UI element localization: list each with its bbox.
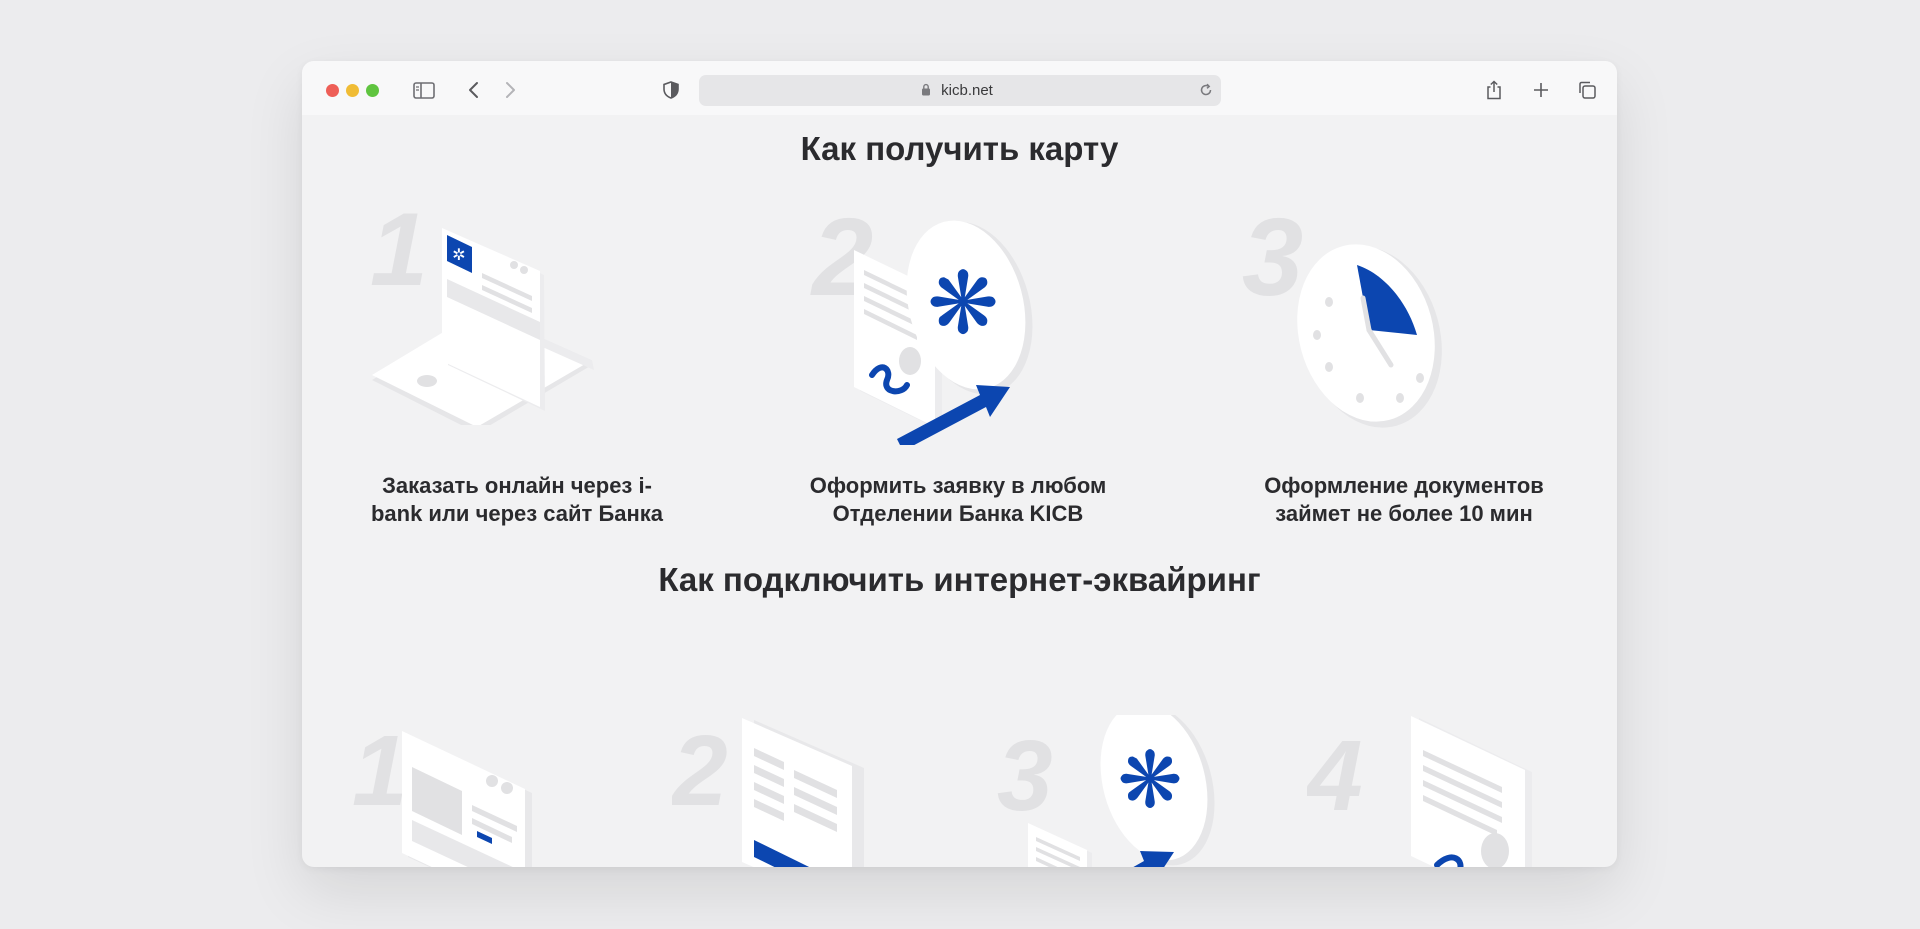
card-step-1-caption: Заказать онлайн через i- bank или через … [347, 472, 687, 528]
card-step-3-caption-line1: Оформление документов [1264, 473, 1544, 498]
acquiring-section-title: Как подключить интернет-эквайринг [658, 561, 1261, 598]
browser-window: kicb.net Как получить карту 1 ✲ 2 ❋ 3 За… [302, 61, 1617, 867]
forward-arrow-icon[interactable] [498, 78, 522, 102]
acquiring-step-2-illustration: 2 [672, 715, 864, 867]
reload-icon[interactable] [1197, 81, 1215, 104]
step-number-3: 3 [1242, 196, 1303, 319]
card-section-title: Как получить карту [800, 130, 1119, 167]
acquiring-step-3-illustration: 3 ❋ [997, 715, 1215, 867]
close-window-button[interactable] [326, 84, 339, 97]
minimize-window-button[interactable] [346, 84, 359, 97]
card-step-3-caption-line2: займет не более 10 мин [1275, 501, 1533, 526]
acquiring-step-1-illustration: 1 [352, 715, 532, 867]
acquiring-step-number-2: 2 [672, 715, 728, 827]
clock-illustration: 3 [1242, 196, 1442, 428]
back-arrow-icon[interactable] [462, 78, 486, 102]
acquiring-step-4-illustration: 4 [1307, 716, 1532, 867]
zoom-window-button[interactable] [366, 84, 379, 97]
svg-text:✲: ✲ [452, 245, 465, 264]
share-icon[interactable] [1482, 78, 1506, 102]
new-tab-plus-icon[interactable] [1529, 78, 1553, 102]
acquiring-step-number-1: 1 [352, 715, 408, 827]
url-text: kicb.net [941, 82, 993, 99]
address-bar[interactable]: kicb.net [699, 75, 1221, 106]
acquiring-step-number-4: 4 [1307, 720, 1363, 832]
card-step-1-caption-line1: Заказать онлайн через i- [382, 473, 652, 498]
card-step-2-caption-line1: Оформить заявку в любом [809, 473, 1107, 498]
browser-toolbar: kicb.net [302, 61, 1617, 115]
step-number-1: 1 [370, 195, 428, 308]
card-step-1-caption-line2: bank или через сайт Банка [370, 501, 664, 526]
laptop-order-illustration: 1 ✲ [370, 195, 594, 425]
card-step-2-caption: Оформить заявку в любом Отделении Банка … [788, 472, 1128, 528]
card-step-3-caption: Оформление документов займет не более 10… [1234, 472, 1574, 528]
page-viewport: Как получить карту 1 ✲ 2 ❋ 3 Заказать он… [302, 115, 1617, 867]
branch-application-illustration: 2 ❋ [810, 196, 1033, 445]
acquiring-step-number-3: 3 [997, 720, 1053, 832]
card-step-2-caption-line2: Отделении Банка KICB [832, 501, 1084, 526]
svg-text:❋: ❋ [927, 254, 999, 354]
tab-overview-icon[interactable] [1575, 78, 1599, 102]
svg-text:❋: ❋ [1117, 736, 1182, 826]
privacy-shield-icon[interactable] [659, 78, 683, 102]
sidebar-toggle-icon[interactable] [412, 78, 436, 102]
